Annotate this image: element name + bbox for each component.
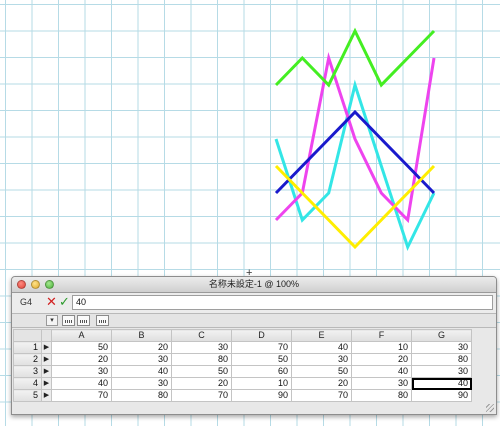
cell-a1[interactable]: 50 — [51, 341, 112, 354]
cell-b5[interactable]: 80 — [111, 389, 172, 402]
confirm-icon[interactable]: ✓ — [59, 295, 71, 308]
corner-cell[interactable] — [13, 329, 42, 342]
table-row: 3 ▶ 30 40 50 60 50 40 30 — [13, 365, 472, 378]
cell-c2[interactable]: 80 — [171, 353, 232, 366]
toolbar-icon[interactable] — [62, 315, 75, 326]
row-header[interactable]: 2 — [13, 353, 42, 366]
cell-c3[interactable]: 50 — [171, 365, 232, 378]
row-header[interactable]: 5 — [13, 389, 42, 402]
cell-e3[interactable]: 50 — [291, 365, 352, 378]
row-marker-icon[interactable]: ▶ — [41, 341, 52, 354]
cell-f5[interactable]: 80 — [351, 389, 412, 402]
column-header-e[interactable]: E — [291, 329, 352, 342]
resize-grip-icon[interactable] — [486, 404, 494, 412]
cell-b1[interactable]: 20 — [111, 341, 172, 354]
window-titlebar[interactable]: 名称未設定-1 @ 100% — [12, 277, 496, 293]
cell-g5[interactable]: 90 — [411, 389, 472, 402]
cell-f3[interactable]: 40 — [351, 365, 412, 378]
series-line-1 — [274, 79, 436, 251]
column-header-g[interactable]: G — [411, 329, 472, 342]
spreadsheet-grid: ABCDEFG 1 ▶ 50 20 30 70 40 10 30 2 ▶ 20 30 80 50 30 20 80… — [13, 329, 472, 402]
cell-d4[interactable]: 10 — [231, 377, 292, 390]
window-title: 名称未設定-1 @ 100% — [208, 279, 300, 289]
cell-e4[interactable]: 20 — [291, 377, 352, 390]
cell-a4[interactable]: 40 — [51, 377, 112, 390]
cell-b4[interactable]: 30 — [111, 377, 172, 390]
formula-input[interactable]: 40 — [72, 295, 493, 310]
cell-d5[interactable]: 90 — [231, 389, 292, 402]
cancel-icon[interactable]: ✕ — [46, 295, 58, 308]
column-header-d[interactable]: D — [231, 329, 292, 342]
cell-b3[interactable]: 40 — [111, 365, 172, 378]
dropdown-icon[interactable]: ▾ — [46, 315, 58, 326]
cell-d1[interactable]: 70 — [231, 341, 292, 354]
column-header-c[interactable]: C — [171, 329, 232, 342]
corner-cell — [41, 329, 52, 342]
column-header-f[interactable]: F — [351, 329, 412, 342]
spreadsheet-window: 名称未設定-1 @ 100% G4 ✕ ✓ 40 ▾ ABCDEFG 1 ▶ 50 2… — [11, 276, 497, 415]
formula-bar: G4 ✕ ✓ 40 — [12, 293, 496, 314]
row-marker-icon[interactable]: ▶ — [41, 377, 52, 390]
cell-f4[interactable]: 30 — [351, 377, 412, 390]
cell-g2[interactable]: 80 — [411, 353, 472, 366]
toolbar-icon[interactable] — [96, 315, 109, 326]
cell-g3[interactable]: 30 — [411, 365, 472, 378]
cell-e1[interactable]: 40 — [291, 341, 352, 354]
cell-a3[interactable]: 30 — [51, 365, 112, 378]
cell-f1[interactable]: 10 — [351, 341, 412, 354]
series-line-3 — [274, 109, 436, 195]
table-row: 1 ▶ 50 20 30 70 40 10 30 — [13, 341, 472, 354]
cell-e2[interactable]: 30 — [291, 353, 352, 366]
cell-e5[interactable]: 70 — [291, 389, 352, 402]
row-header[interactable]: 1 — [13, 341, 42, 354]
series-line-5 — [274, 27, 436, 88]
cell-c5[interactable]: 70 — [171, 389, 232, 402]
cell-reference: G4 — [20, 297, 33, 307]
cell-f2[interactable]: 20 — [351, 353, 412, 366]
cell-c1[interactable]: 30 — [171, 341, 232, 354]
cell-b2[interactable]: 30 — [111, 353, 172, 366]
column-header-b[interactable]: B — [111, 329, 172, 342]
row-header[interactable]: 4 — [13, 377, 42, 390]
sheet-toolbar: ▾ — [12, 314, 496, 328]
cell-d3[interactable]: 60 — [231, 365, 292, 378]
window-controls — [17, 280, 54, 289]
cell-g4[interactable]: 40 — [411, 377, 472, 390]
cell-c4[interactable]: 20 — [171, 377, 232, 390]
cell-a2[interactable]: 20 — [51, 353, 112, 366]
cell-d2[interactable]: 50 — [231, 353, 292, 366]
minimize-icon[interactable] — [31, 280, 40, 289]
cell-a5[interactable]: 70 — [51, 389, 112, 402]
row-marker-icon[interactable]: ▶ — [41, 353, 52, 366]
cell-g1[interactable]: 30 — [411, 341, 472, 354]
row-marker-icon[interactable]: ▶ — [41, 365, 52, 378]
column-header-row: ABCDEFG — [13, 329, 472, 342]
table-row: 2 ▶ 20 30 80 50 30 20 80 — [13, 353, 472, 366]
table-row: 5 ▶ 70 80 70 90 70 80 90 — [13, 389, 472, 402]
column-header-a[interactable]: A — [51, 329, 112, 342]
row-marker-icon[interactable]: ▶ — [41, 389, 52, 402]
row-header[interactable]: 3 — [13, 365, 42, 378]
toolbar-icon[interactable] — [77, 315, 90, 326]
table-row: 4 ▶ 40 30 20 10 20 30 40 — [13, 377, 472, 390]
close-icon[interactable] — [17, 280, 26, 289]
zoom-icon[interactable] — [45, 280, 54, 289]
